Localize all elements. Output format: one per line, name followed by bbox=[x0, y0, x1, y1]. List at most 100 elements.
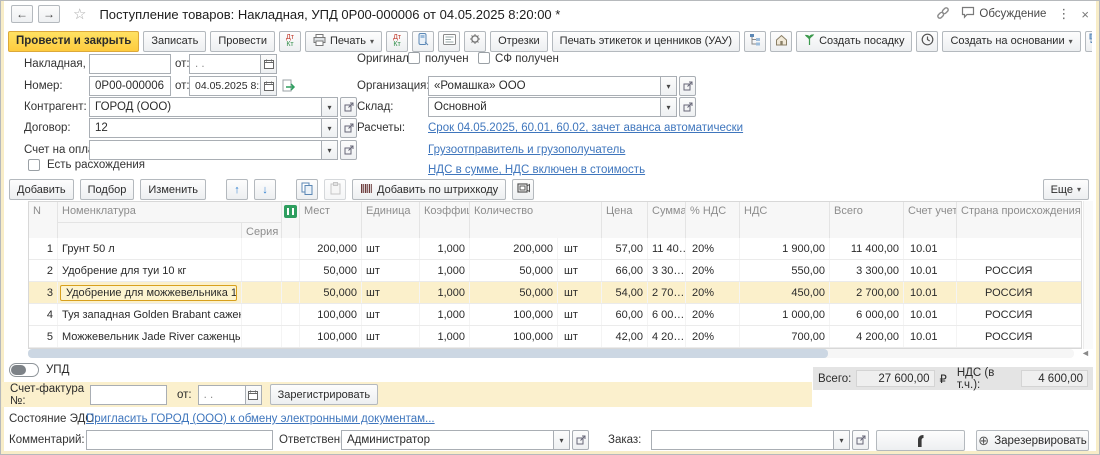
related-documents-button[interactable] bbox=[1085, 31, 1092, 52]
cell-vat[interactable]: 700,00 bbox=[740, 326, 830, 347]
edit-row-button[interactable]: Изменить bbox=[140, 179, 206, 200]
received-checkbox[interactable] bbox=[408, 52, 420, 64]
cell-unit[interactable]: шт bbox=[362, 326, 420, 347]
cell-unit[interactable]: шт bbox=[362, 238, 420, 259]
upd-toggle[interactable]: УПД bbox=[9, 363, 69, 377]
move-down-button[interactable]: ↓ bbox=[254, 179, 276, 200]
discrepancies-checkbox[interactable] bbox=[28, 159, 40, 171]
shipper-link[interactable]: Грузоотправитель и грузополучатель bbox=[428, 144, 625, 156]
home-button[interactable] bbox=[770, 31, 792, 52]
cell-unit[interactable]: шт bbox=[362, 282, 420, 303]
open-button[interactable] bbox=[679, 76, 696, 96]
register-button[interactable]: Зарегистрировать bbox=[270, 384, 379, 405]
discussion-button[interactable]: Обсуждение bbox=[961, 6, 1046, 22]
favorite-star-icon[interactable]: ☆ bbox=[73, 5, 86, 23]
cell-account[interactable]: 10.01 bbox=[904, 326, 957, 347]
cell-series[interactable] bbox=[242, 260, 282, 281]
cell-quantity-unit[interactable]: шт bbox=[558, 260, 602, 281]
cell-places[interactable]: 50,000 bbox=[300, 260, 362, 281]
move-up-button[interactable]: ↑ bbox=[226, 179, 248, 200]
cell-quantity-unit[interactable]: шт bbox=[558, 282, 602, 303]
cell-coefficient[interactable]: 1,000 bbox=[420, 260, 470, 281]
organization-field[interactable]: «Ромашка» ООО ▾ bbox=[428, 76, 696, 96]
open-button[interactable] bbox=[679, 97, 696, 117]
print-button[interactable]: Печать ▾ bbox=[305, 31, 382, 52]
write-button[interactable]: Записать bbox=[143, 31, 206, 52]
invoice-no-input[interactable] bbox=[89, 54, 171, 74]
equipment-settings-button[interactable] bbox=[464, 31, 486, 52]
cell-places[interactable]: 200,000 bbox=[300, 238, 362, 259]
cell-vat-rate[interactable]: 20% bbox=[686, 238, 740, 259]
cell-quantity[interactable]: 100,000 bbox=[470, 326, 558, 347]
add-row-button[interactable]: Добавить bbox=[9, 179, 74, 200]
dropdown-button[interactable]: ▾ bbox=[322, 140, 338, 160]
cell-nomenclature[interactable]: Грунт 50 л bbox=[58, 238, 242, 259]
history-button[interactable] bbox=[916, 31, 938, 52]
cell-nomenclature[interactable]: Туя западная Golden Brabant саженцы bbox=[58, 304, 242, 325]
cell-quantity[interactable]: 200,000 bbox=[470, 238, 558, 259]
table-row[interactable]: 2 Удобрение для туи 10 кг 50,000 шт 1,00… bbox=[29, 260, 1081, 282]
cell-amount[interactable]: 4 20… bbox=[648, 326, 686, 347]
cell-price[interactable]: 57,00 bbox=[602, 238, 648, 259]
horizontal-scrollbar[interactable] bbox=[28, 349, 1074, 358]
table-row[interactable]: 5 Можжевельник Jade River саженцы 100,00… bbox=[29, 326, 1081, 348]
dropdown-button[interactable]: ▾ bbox=[834, 430, 850, 450]
vertical-scrollbar[interactable] bbox=[1083, 201, 1093, 349]
set-number-icon[interactable] bbox=[282, 79, 297, 96]
dropdown-button[interactable]: ▾ bbox=[661, 76, 677, 96]
payment-invoice-field[interactable]: ▾ bbox=[89, 140, 357, 160]
structure-button[interactable] bbox=[744, 31, 766, 52]
pick-button[interactable]: Подбор bbox=[80, 179, 135, 200]
copy-row-button[interactable] bbox=[296, 179, 318, 200]
process-button[interactable] bbox=[876, 430, 965, 451]
cell-characteristics[interactable] bbox=[282, 238, 300, 259]
cell-account[interactable]: 10.01 bbox=[904, 260, 957, 281]
cell-series[interactable] bbox=[242, 304, 282, 325]
cell-total[interactable]: 4 200,00 bbox=[830, 326, 904, 347]
reserve-button[interactable]: ⊕ Зарезервировать bbox=[976, 430, 1089, 451]
cell-account[interactable]: 10.01 bbox=[904, 238, 957, 259]
dropdown-button[interactable]: ▾ bbox=[661, 97, 677, 117]
link-icon[interactable] bbox=[936, 6, 950, 23]
order-field[interactable]: ▾ bbox=[651, 430, 869, 450]
cell-n[interactable]: 4 bbox=[29, 304, 58, 325]
label-card-button[interactable] bbox=[438, 31, 460, 52]
items-more-button[interactable]: Еще ▾ bbox=[1043, 179, 1089, 200]
cell-total[interactable]: 11 400,00 bbox=[830, 238, 904, 259]
print-labels-button[interactable]: Печать этикеток и ценников (УАУ) bbox=[552, 31, 740, 52]
cell-vat-rate[interactable]: 20% bbox=[686, 304, 740, 325]
table-row-selected[interactable]: 3 Удобрение для можжевельника 10 кг 50,0… bbox=[29, 282, 1081, 304]
cell-vat[interactable]: 550,00 bbox=[740, 260, 830, 281]
cell-n[interactable]: 5 bbox=[29, 326, 58, 347]
cell-vat-rate[interactable]: 20% bbox=[686, 326, 740, 347]
cell-country[interactable]: РОССИЯ bbox=[957, 326, 1081, 347]
cell-places[interactable]: 100,000 bbox=[300, 326, 362, 347]
cell-unit[interactable]: шт bbox=[362, 304, 420, 325]
cell-quantity-unit[interactable]: шт bbox=[558, 304, 602, 325]
more-menu-icon[interactable]: ⋮ bbox=[1057, 6, 1070, 22]
postings-dtkt-button[interactable]: ДтКт bbox=[279, 31, 301, 52]
forward-button[interactable]: → bbox=[38, 5, 60, 23]
create-planting-button[interactable]: Создать посадку bbox=[796, 31, 912, 52]
cell-amount[interactable]: 6 00… bbox=[648, 304, 686, 325]
settlements-link[interactable]: Срок 04.05.2025, 60.01, 60.02, зачет ава… bbox=[428, 122, 743, 134]
scan-camera-button[interactable] bbox=[512, 179, 534, 200]
horizontal-scrollbar-thumb[interactable] bbox=[28, 349, 828, 358]
cell-coefficient[interactable]: 1,000 bbox=[420, 304, 470, 325]
contract-field[interactable]: 12 ▾ bbox=[89, 118, 357, 138]
comment-input[interactable] bbox=[86, 430, 273, 450]
cell-total[interactable]: 6 000,00 bbox=[830, 304, 904, 325]
cell-characteristics[interactable] bbox=[282, 282, 300, 303]
responsible-field[interactable]: Администратор ▾ bbox=[341, 430, 589, 450]
paste-row-button[interactable] bbox=[324, 179, 346, 200]
cell-quantity[interactable]: 50,000 bbox=[470, 260, 558, 281]
sf-received-checkbox[interactable] bbox=[478, 52, 490, 64]
cell-price[interactable]: 66,00 bbox=[602, 260, 648, 281]
cell-vat[interactable]: 1 900,00 bbox=[740, 238, 830, 259]
scroll-left-icon[interactable]: ◄ bbox=[1081, 348, 1090, 358]
cell-nomenclature[interactable]: Можжевельник Jade River саженцы bbox=[58, 326, 242, 347]
cell-price[interactable]: 60,00 bbox=[602, 304, 648, 325]
cell-account[interactable]: 10.01 bbox=[904, 304, 957, 325]
cell-total[interactable]: 2 700,00 bbox=[830, 282, 904, 303]
cell-country[interactable]: РОССИЯ bbox=[957, 260, 1081, 281]
